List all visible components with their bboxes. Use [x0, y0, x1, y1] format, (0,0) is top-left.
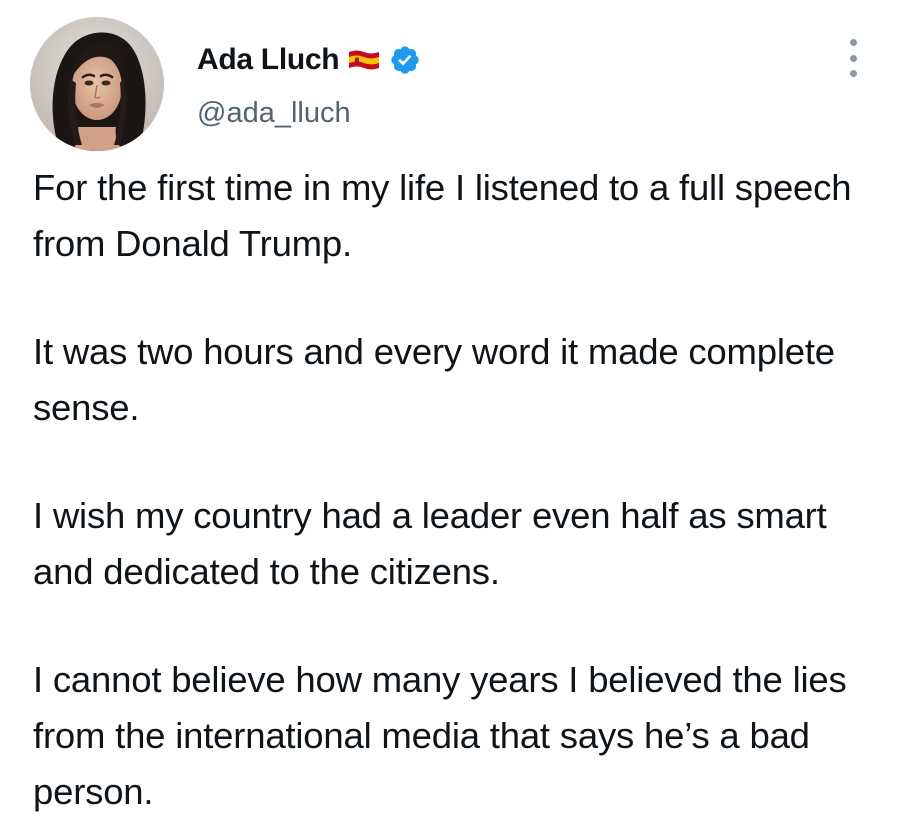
tweet-paragraph: For the first time in my life I listened… [33, 167, 852, 264]
author-name-row: Ada Lluch [197, 40, 421, 80]
author-handle[interactable]: @ada_lluch [197, 97, 351, 130]
more-options-dot [849, 39, 857, 46]
display-name[interactable]: Ada Lluch [197, 43, 340, 77]
tweet-paragraph: I wish my country had a leader even half… [33, 495, 827, 592]
tweet-paragraph: It was two hours and every word it made … [33, 331, 835, 428]
more-options-dot [849, 70, 857, 77]
tweet-paragraph: I cannot believe how many years I believ… [33, 659, 847, 812]
verified-badge-icon[interactable] [389, 44, 421, 76]
profile-photo [30, 17, 164, 151]
more-options-icon[interactable] [838, 36, 868, 80]
spain-flag-icon [347, 48, 381, 72]
more-options-dot [849, 54, 857, 62]
avatar[interactable] [30, 17, 164, 151]
tweet-text: For the first time in my life I listened… [33, 160, 873, 820]
tweet: Ada Lluch @ada_lluch For the first time … [0, 0, 900, 812]
